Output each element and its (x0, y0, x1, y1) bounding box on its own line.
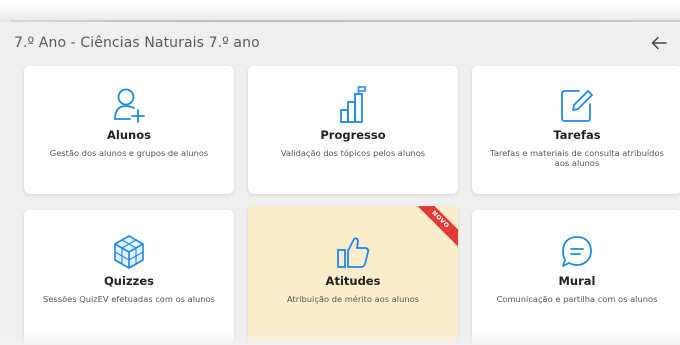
back-button[interactable] (648, 32, 670, 54)
card-title: Quizzes (104, 274, 154, 288)
new-badge: NOVO (414, 206, 458, 250)
top-shadow-strip (0, 0, 680, 22)
card-description: Sessões QuizEV efetuadas com os alunos (43, 294, 215, 304)
arrow-left-icon (651, 36, 667, 50)
card-title: Progresso (320, 128, 386, 142)
card-description: Atribuição de mérito aos alunos (287, 294, 419, 304)
edit-square-icon (559, 84, 595, 124)
card-quizzes[interactable]: Quizzes Sessões QuizEV efetuadas com os … (24, 210, 234, 345)
card-description: Tarefas e materiais de consulta atribuíd… (490, 148, 664, 169)
bar-chart-flag-icon (338, 84, 368, 124)
thumbs-up-icon (335, 230, 371, 270)
new-badge-label: NOVO (414, 206, 458, 250)
card-progresso[interactable]: Progresso Validação dos tópicos pelos al… (248, 66, 458, 194)
card-title: Alunos (107, 128, 151, 142)
card-mural[interactable]: Mural Comunicação e partilha com os alun… (472, 210, 680, 345)
page-header: 7.º Ano - Ciências Naturais 7.º ano (14, 32, 670, 54)
card-title: Atitudes (325, 274, 381, 288)
card-description: Validação dos tópicos pelos alunos (280, 148, 426, 158)
cube-grid-icon (112, 230, 146, 270)
card-tarefas[interactable]: Tarefas Tarefas e materiais de consulta … (472, 66, 680, 194)
card-alunos[interactable]: Alunos Gestão dos alunos e grupos de alu… (24, 66, 234, 194)
main-page: 7.º Ano - Ciências Naturais 7.º ano Alun… (0, 22, 680, 345)
page-title: 7.º Ano - Ciências Naturais 7.º ano (14, 35, 260, 51)
card-atitudes[interactable]: NOVO Atitudes Atribuição de mérito aos a… (248, 206, 458, 345)
chat-bubble-icon (560, 230, 594, 270)
card-description: Gestão dos alunos e grupos de alunos (49, 148, 209, 158)
card-title: Tarefas (553, 128, 601, 142)
bottom-fade (0, 333, 680, 345)
card-description: Comunicação e partilha com os alunos (496, 294, 658, 304)
card-title: Mural (558, 274, 596, 288)
add-user-icon (112, 84, 146, 124)
